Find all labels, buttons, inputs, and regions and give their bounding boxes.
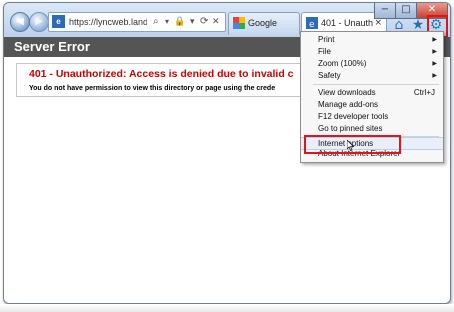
screenshot-shadow	[0, 304, 454, 312]
google-favicon-icon	[233, 17, 245, 29]
submenu-arrow-icon: ▶	[432, 72, 437, 79]
address-url[interactable]: https://lyncweb.landisc...	[69, 13, 147, 31]
menu-separator	[313, 84, 439, 85]
menu-item-manage-addons[interactable]: Manage add-ons	[301, 99, 443, 111]
menu-item-label: Safety	[318, 71, 341, 80]
submenu-arrow-icon: ▶	[432, 48, 437, 55]
tab-google[interactable]: Google	[228, 12, 300, 35]
mouse-cursor-icon	[347, 140, 355, 151]
tab-label: Google	[248, 18, 278, 28]
tab-label: 401 - Unauth...	[321, 18, 373, 28]
error-message: You do not have permission to view this …	[29, 85, 276, 92]
submenu-arrow-icon: ▶	[432, 60, 437, 67]
dropdown-icon[interactable]: ▾	[190, 13, 195, 31]
page-title: Server Error	[14, 39, 90, 54]
svg-text:e: e	[309, 20, 315, 29]
menu-item-f12-developer-tools[interactable]: F12 developer tools	[301, 111, 443, 123]
stop-icon[interactable]: ✕	[212, 13, 220, 31]
menu-item-view-downloads[interactable]: View downloads Ctrl+J	[301, 87, 443, 99]
menu-item-pinned-sites[interactable]: Go to pinned sites	[301, 123, 443, 135]
search-icon[interactable]: ⌕	[153, 13, 159, 31]
menu-item-label: File	[318, 47, 331, 56]
menu-item-label: Manage add-ons	[318, 100, 379, 109]
ie-favicon-icon: e	[306, 17, 318, 29]
address-bar[interactable]: e https://lyncweb.landisc... ⌕ ▾ 🔒 ▾ ⟳ ✕	[48, 12, 226, 32]
dropdown-icon[interactable]: ▾	[165, 13, 169, 31]
forward-button[interactable]: ▶	[29, 12, 49, 32]
site-favicon-icon: e	[52, 15, 65, 28]
menu-item-label: Zoom (100%)	[318, 59, 367, 68]
error-title: 401 - Unauthorized: Access is denied due…	[29, 68, 294, 80]
menu-item-safety[interactable]: Safety ▶	[301, 70, 443, 82]
refresh-icon[interactable]: ⟳	[200, 13, 208, 31]
menu-item-label: Print	[318, 35, 335, 44]
menu-item-print[interactable]: Print ▶	[301, 34, 443, 46]
menu-item-file[interactable]: File ▶	[301, 46, 443, 58]
menu-item-shortcut: Ctrl+J	[413, 88, 435, 97]
submenu-arrow-icon: ▶	[432, 36, 437, 43]
menu-item-label: Go to pinned sites	[318, 124, 383, 133]
menu-item-zoom[interactable]: Zoom (100%) ▶	[301, 58, 443, 70]
menu-item-label: F12 developer tools	[318, 112, 389, 121]
lock-icon[interactable]: 🔒	[174, 13, 185, 31]
menu-item-label: View downloads	[318, 88, 376, 97]
back-button[interactable]: ◀	[10, 12, 30, 32]
